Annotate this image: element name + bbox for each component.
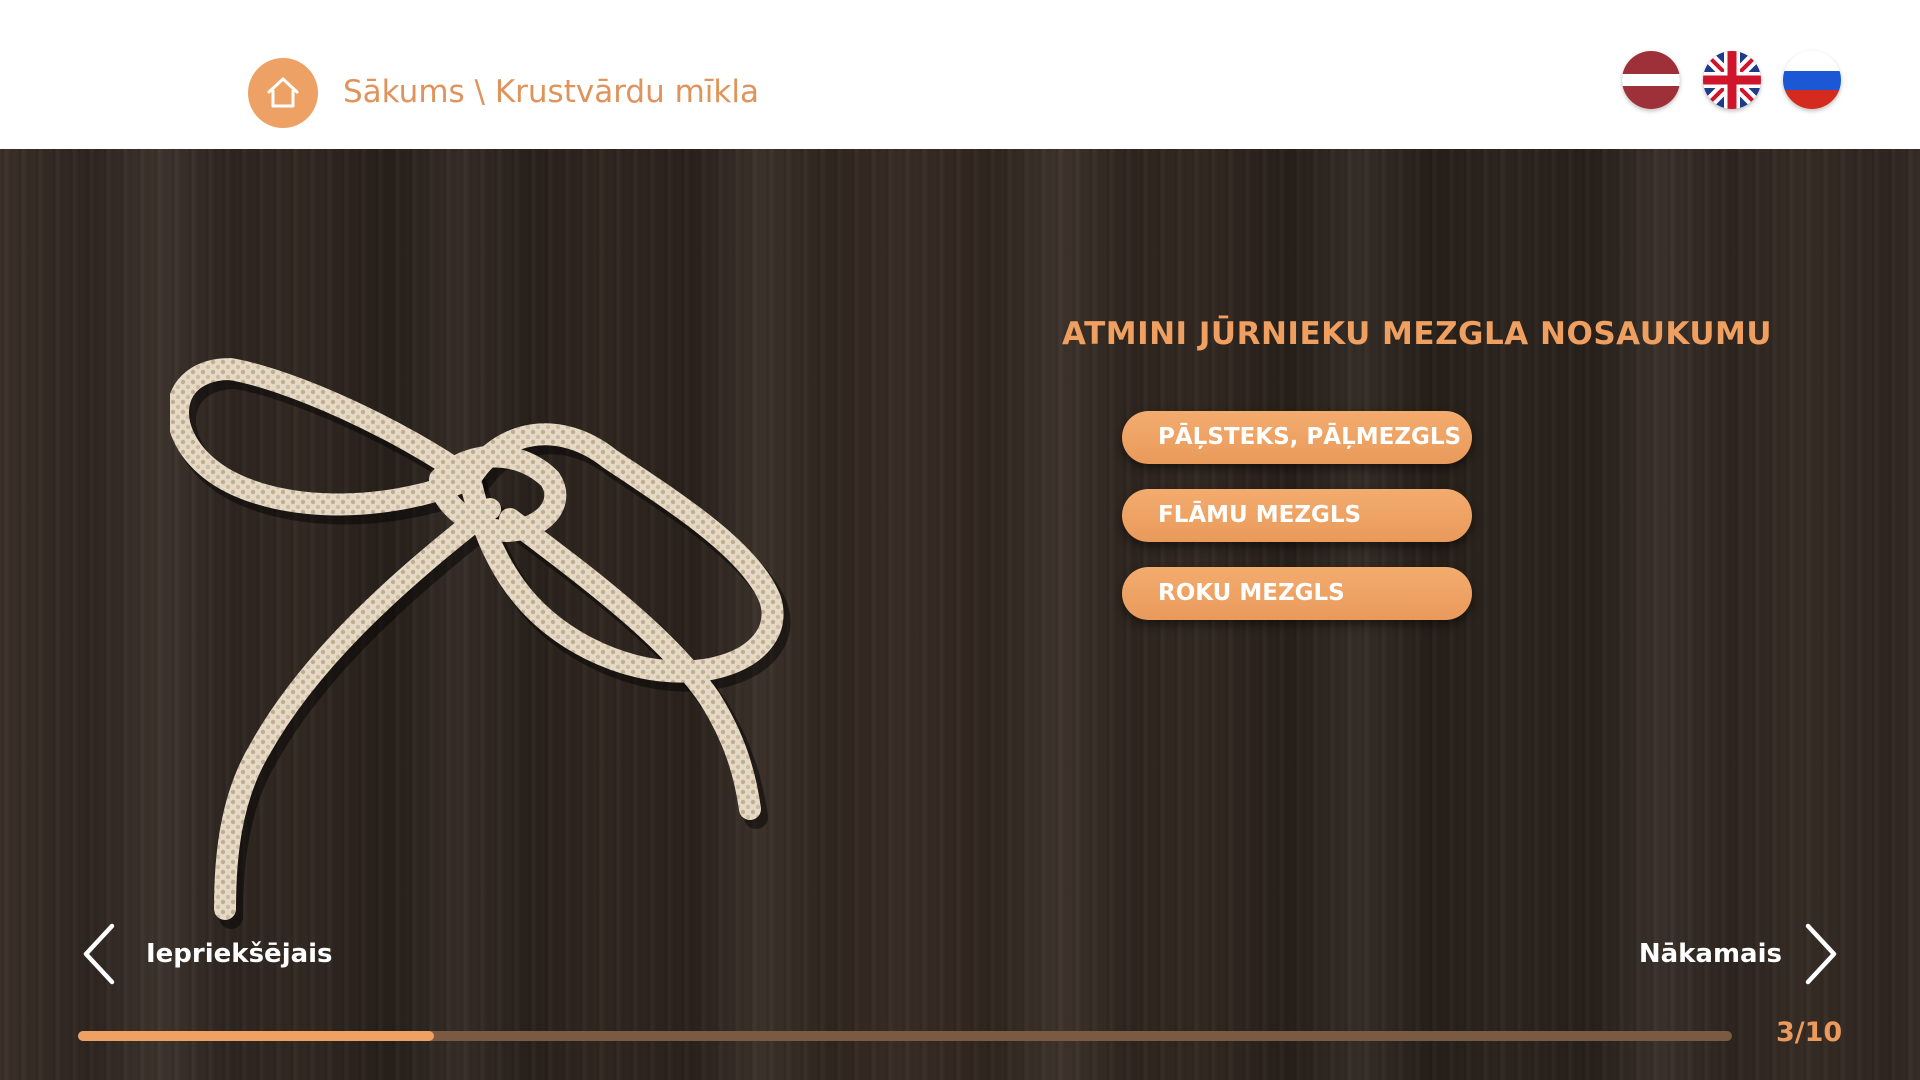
home-icon (267, 77, 299, 108)
top-bar: Sākums \ Krustvārdu mīkla (0, 0, 1920, 149)
chevron-right-icon (1805, 923, 1837, 985)
language-ru-button[interactable] (1783, 51, 1841, 109)
flag-latvia-icon (1622, 51, 1680, 109)
breadcrumb: Sākums \ Krustvārdu mīkla (343, 74, 759, 110)
progress-bar (78, 1031, 1732, 1041)
quiz-stage: ATMINI JŪRNIEKU MEZGLA NOSAUKUMU PĀĻSTEK… (0, 149, 1920, 1080)
progress-count: 3/10 (1776, 1017, 1843, 1048)
flag-uk-icon (1703, 51, 1761, 109)
previous-label: Iepriekšējais (146, 939, 333, 969)
next-label: Nākamais (1638, 939, 1782, 969)
progress-bar-fill (78, 1031, 434, 1041)
flag-russia-icon (1783, 51, 1841, 109)
home-button[interactable] (248, 58, 318, 128)
answer-button-2[interactable]: FLĀMU MEZGLS (1122, 489, 1472, 542)
chevron-left-icon (83, 923, 115, 985)
language-lv-button[interactable] (1622, 51, 1680, 109)
rope-knot-image (170, 358, 791, 929)
answer-button-3[interactable]: ROKU MEZGLS (1122, 567, 1472, 620)
quiz-question: ATMINI JŪRNIEKU MEZGLA NOSAUKUMU (1062, 316, 1773, 352)
language-en-button[interactable] (1703, 51, 1761, 109)
answer-button-1[interactable]: PĀĻSTEKS, PĀĻMEZGLS (1122, 411, 1472, 464)
next-button[interactable]: Nākamais (1639, 919, 1840, 989)
previous-button[interactable]: Iepriekšējais (80, 919, 333, 989)
